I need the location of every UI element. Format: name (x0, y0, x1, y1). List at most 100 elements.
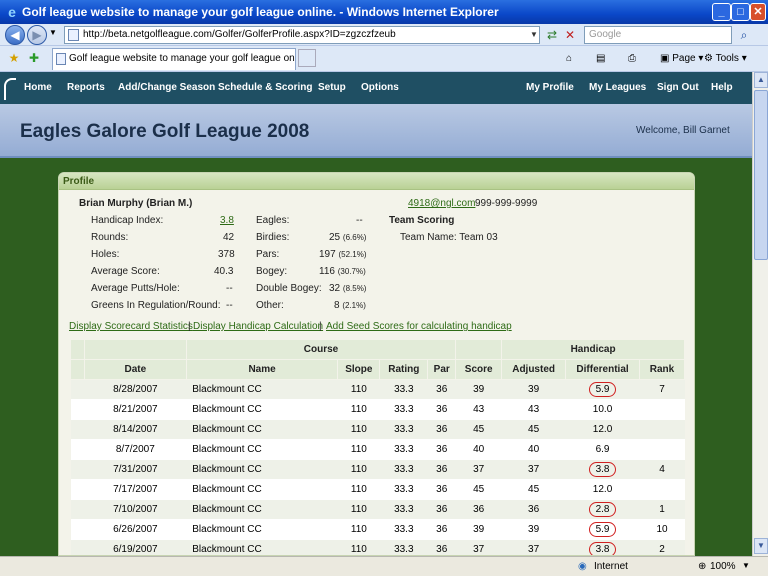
table-row: 8/14/2007 Blackmount CC 110 33.3 36 45 45 12.0 (70, 419, 685, 440)
cell-rank: 1 (639, 499, 685, 520)
minimize-button[interactable]: _ (712, 3, 731, 21)
league-title: Eagles Galore Golf League 2008 (20, 121, 310, 142)
cell-score: 39 (455, 379, 502, 400)
forward-button[interactable]: ▶ (27, 25, 47, 45)
handicap-calculation-link[interactable]: Display Handicap Calculation (193, 321, 323, 332)
vertical-scrollbar[interactable]: ▲ ▼ (752, 72, 768, 556)
cell-score: 45 (455, 419, 502, 440)
cell-par: 36 (427, 459, 456, 480)
site-nav-bar: Home Reports Add/Change Season Schedule … (0, 72, 752, 104)
zoom-icon: ⊕ (698, 561, 707, 572)
address-field[interactable]: http://beta.netgolfleague.com/Golfer/Gol… (64, 26, 540, 44)
percent: (2.1%) (342, 301, 366, 310)
cell-adj: 39 (501, 519, 566, 540)
cell-rating: 33.3 (379, 439, 428, 460)
nav-options[interactable]: Options (361, 82, 399, 93)
cell-rank (639, 399, 685, 420)
cell-adj: 37 (501, 539, 566, 555)
browser-tab[interactable]: Golf league website to manage your golf … (52, 48, 296, 70)
nav-reports[interactable]: Reports (67, 82, 105, 93)
maximize-button[interactable]: □ (731, 3, 750, 21)
table-row: 8/28/2007 Blackmount CC 110 33.3 36 39 39 5.9 7 (70, 379, 685, 400)
compatibility-icon[interactable]: ⇄ (544, 27, 560, 43)
col-score: Score (455, 359, 503, 380)
cell-rank (639, 419, 685, 440)
cell-slope: 110 (337, 519, 380, 540)
print-icon[interactable]: ⎙ (628, 51, 636, 67)
table-row: 8/21/2007 Blackmount CC 110 33.3 36 43 43 10.0 (70, 399, 685, 420)
page-menu[interactable]: ▣ Page ▾ (660, 51, 703, 67)
table-column-header: Date Name Slope Rating Par Score Adjuste… (70, 359, 685, 380)
address-dropdown-icon[interactable]: ▼ (526, 27, 542, 43)
search-icon[interactable]: ⌕ (736, 27, 752, 43)
cell-score: 37 (455, 459, 502, 480)
golfer-email-link[interactable]: 4918@ngl.com (408, 198, 475, 209)
nav-help[interactable]: Help (711, 82, 733, 93)
zoom-level[interactable]: 100% (710, 561, 736, 572)
cell-diff: 5.9 (565, 379, 640, 400)
close-button[interactable]: ✕ (750, 3, 766, 21)
stat-value: 378 (218, 249, 235, 260)
back-button[interactable]: ◀ (5, 25, 25, 45)
history-dropdown-icon[interactable]: ▼ (49, 28, 57, 37)
site-logo-icon (4, 78, 16, 100)
security-zone: Internet (594, 561, 628, 572)
group-handicap-header: Handicap (501, 339, 685, 360)
home-icon[interactable]: ⌂ (566, 51, 572, 67)
scorecard-statistics-link[interactable]: Display Scorecard Statistics (69, 321, 193, 332)
globe-icon: ◉ (578, 561, 587, 572)
cell-name: Blackmount CC (186, 379, 338, 400)
nav-my-leagues[interactable]: My Leagues (589, 82, 646, 93)
score-type-label: Other: (256, 300, 284, 311)
counted-differential: 2.8 (588, 502, 617, 517)
add-seed-scores-link[interactable]: Add Seed Scores for calculating handicap (326, 321, 512, 332)
feeds-icon[interactable]: ▤ (596, 51, 605, 67)
nav-home[interactable]: Home (24, 82, 52, 93)
cell-diff: 12.0 (565, 419, 640, 440)
col-rank: Rank (639, 359, 685, 380)
link-separator: | (188, 321, 191, 332)
welcome-text: Welcome, Bill Garnet (636, 125, 730, 136)
score-type-value: 32 (8.5%) (329, 283, 366, 294)
stat-label: Rounds: (91, 232, 129, 243)
row-spacer (70, 379, 85, 400)
cell-name: Blackmount CC (186, 459, 338, 480)
scroll-thumb[interactable] (754, 90, 768, 260)
nav-add-change-season[interactable]: Add/Change Season (118, 82, 215, 93)
stat-value: -- (226, 283, 233, 294)
cell-adj: 40 (501, 439, 566, 460)
col-date: Date (83, 359, 187, 380)
score-type-value: 8 (2.1%) (334, 300, 366, 311)
nav-setup[interactable]: Setup (318, 82, 346, 93)
cell-adj: 43 (501, 399, 566, 420)
row-spacer (70, 459, 85, 480)
cell-par: 36 (427, 519, 456, 540)
scroll-down-icon[interactable]: ▼ (754, 538, 768, 554)
nav-my-profile[interactable]: My Profile (526, 82, 574, 93)
nav-sign-out[interactable]: Sign Out (657, 82, 699, 93)
cell-diff: 3.8 (565, 459, 640, 480)
cell-diff: 3.8 (565, 539, 640, 555)
zoom-dropdown-icon[interactable]: ▼ (742, 561, 750, 570)
cell-diff: 12.0 (565, 479, 640, 500)
nav-schedule-scoring[interactable]: Schedule & Scoring (218, 82, 312, 93)
handicap-index-link[interactable]: 3.8 (220, 215, 234, 226)
stat-label: Greens In Regulation/Round: (91, 300, 221, 311)
favorites-star-icon[interactable]: ★ (6, 50, 22, 66)
cell-score: 43 (455, 399, 502, 420)
stop-icon[interactable]: ✕ (562, 27, 578, 43)
search-input[interactable]: Google (584, 26, 732, 44)
add-favorites-icon[interactable]: ✚ (26, 50, 42, 66)
new-tab-button[interactable] (298, 49, 316, 67)
tools-menu[interactable]: ⚙ Tools ▾ (704, 51, 747, 67)
cell-par: 36 (427, 499, 456, 520)
score-type-label: Birdies: (256, 232, 290, 243)
ie-logo-icon: e (8, 4, 16, 20)
counted-differential: 5.9 (588, 382, 617, 397)
row-spacer (70, 539, 85, 555)
table-row: 7/31/2007 Blackmount CC 110 33.3 36 37 37 3.8 4 (70, 459, 685, 480)
scroll-up-icon[interactable]: ▲ (754, 72, 768, 88)
cell-adj: 36 (501, 499, 566, 520)
stat-label: Average Putts/Hole: (91, 283, 180, 294)
cell-rank: 10 (639, 519, 685, 540)
